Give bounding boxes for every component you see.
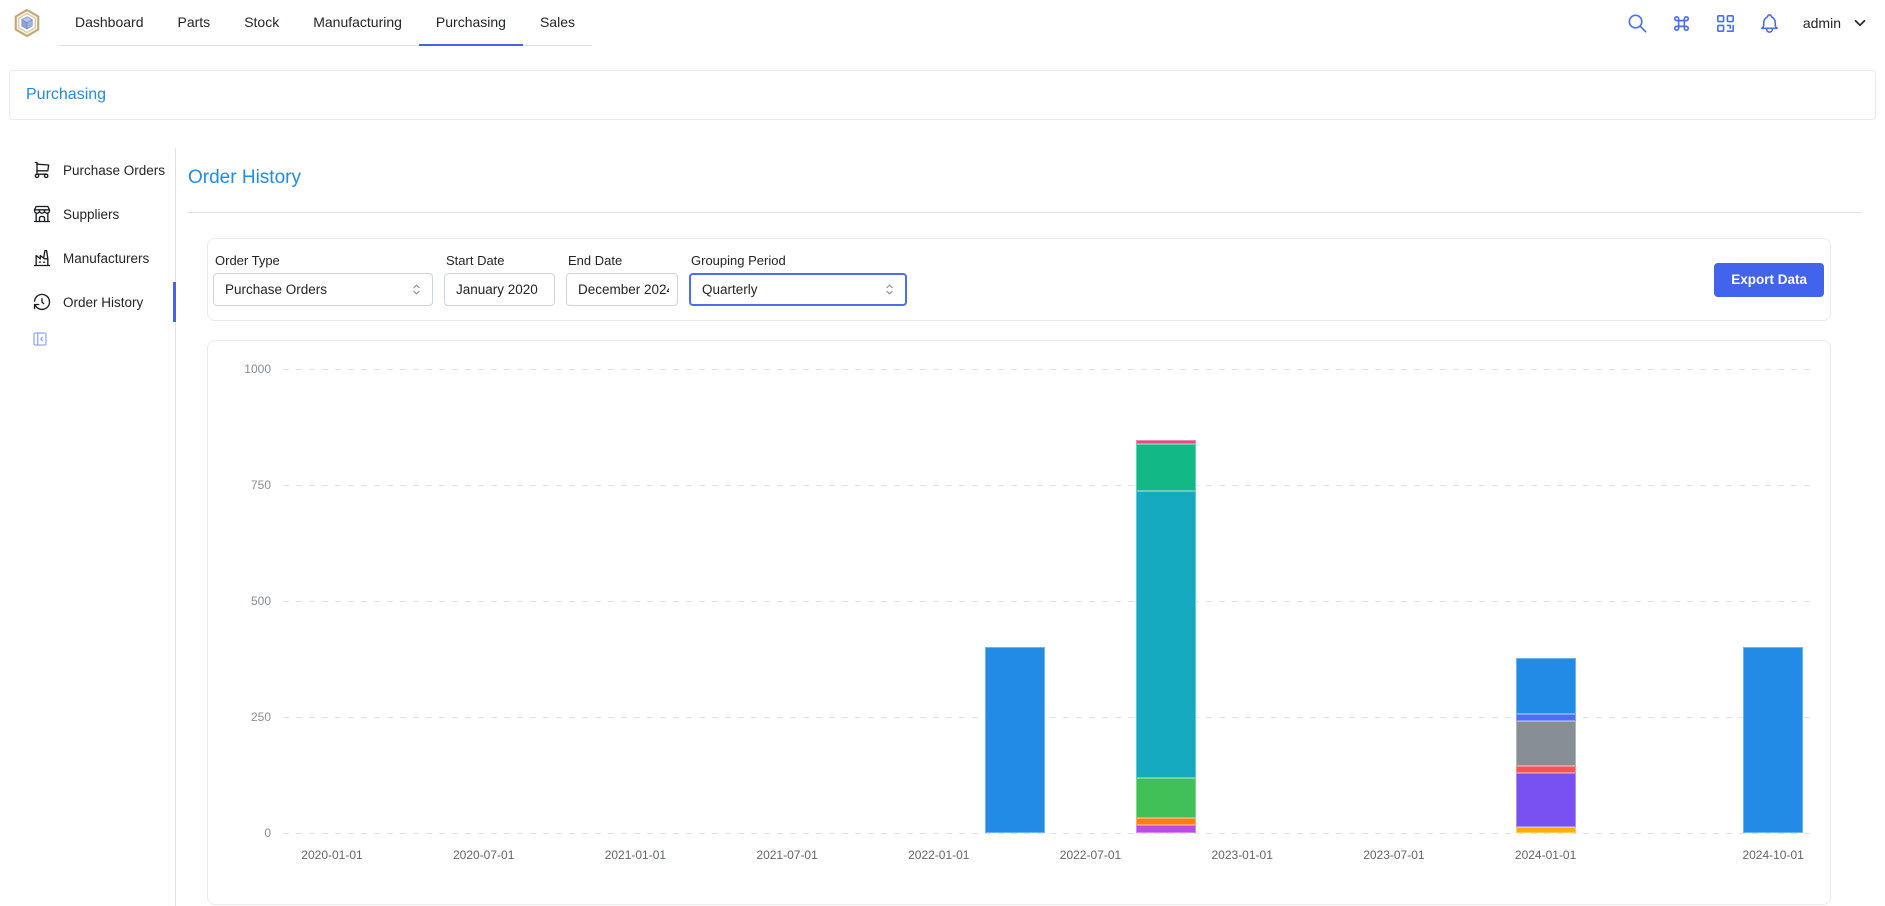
sidebar-item-suppliers[interactable]: Suppliers: [0, 192, 176, 236]
main-panel: Order History Order Type Purchase Orders…: [176, 120, 1885, 906]
bar-segment: [985, 647, 1045, 833]
building-store-icon: [32, 204, 52, 224]
x-axis-tick-label: 2022-01-01: [908, 848, 969, 862]
factory-icon: [32, 248, 52, 268]
main-tabs: DashboardPartsStockManufacturingPurchasi…: [58, 0, 592, 46]
bar-segment: [1136, 818, 1196, 825]
x-axis-tick-label: 2023-07-01: [1363, 848, 1424, 862]
stacked-bar-2022-04-01[interactable]: [985, 647, 1045, 833]
sidebar-item-order-history[interactable]: Order History: [0, 280, 176, 324]
y-axis-tick-label: 750: [208, 478, 271, 492]
stacked-bar-2024-01-01[interactable]: [1516, 658, 1576, 833]
tab-stock[interactable]: Stock: [227, 0, 296, 45]
bar-segment: [1516, 766, 1576, 773]
y-axis-tick-label: 1000: [208, 362, 271, 376]
sidebar-item-label: Order History: [63, 295, 143, 310]
x-axis-tick-label: 2024-10-01: [1742, 848, 1803, 862]
bar-segment: [1136, 778, 1196, 817]
search-icon[interactable]: [1621, 6, 1655, 40]
qr-scan-icon[interactable]: [1709, 6, 1743, 40]
gridline: [283, 717, 1816, 718]
x-axis-tick-label: 2023-01-01: [1211, 848, 1272, 862]
user-menu[interactable]: admin: [1803, 14, 1869, 32]
plot-area: 0 250 500 750 1000 2020-01-01 2020-07-01 2021-0…: [208, 341, 1830, 904]
bar-segment: [1516, 773, 1576, 828]
end-date-group: End Date December 2024: [566, 253, 678, 306]
grouping-period-select[interactable]: Quarterly: [689, 273, 907, 306]
sidebar-item-purchase-orders[interactable]: Purchase Orders: [0, 148, 176, 192]
filter-card: Order Type Purchase Orders Start Date Ja…: [207, 238, 1831, 321]
chart-card: 0 250 500 750 1000 2020-01-01 2020-07-01 2021-0…: [207, 340, 1831, 905]
page-title: Order History: [188, 167, 301, 189]
stacked-bar-2024-10-01[interactable]: [1743, 647, 1803, 833]
bar-segment: [1516, 658, 1576, 714]
command-icon[interactable]: [1665, 6, 1699, 40]
bar-segment: [1136, 491, 1196, 779]
tab-sales[interactable]: Sales: [523, 0, 592, 45]
sidebar-item-label: Purchase Orders: [63, 163, 165, 178]
sidebar-item-label: Manufacturers: [63, 251, 149, 266]
start-date-group: Start Date January 2020: [444, 253, 555, 306]
breadcrumb: Purchasing: [9, 70, 1876, 120]
x-axis-tick-label: 2022-07-01: [1060, 848, 1121, 862]
bar-segment: [1516, 714, 1576, 721]
app-logo[interactable]: [12, 8, 42, 38]
chevron-down-icon: [1851, 14, 1869, 32]
sidebar-collapse-icon[interactable]: [31, 330, 49, 348]
order-type-value: Purchase Orders: [225, 282, 409, 297]
gridline: [283, 833, 1816, 834]
selector-icon: [409, 282, 424, 297]
sidebar: Purchase Orders Suppliers Manufacturers Ord…: [0, 120, 176, 906]
export-data-button[interactable]: Export Data: [1714, 263, 1824, 297]
user-name: admin: [1803, 15, 1841, 31]
tab-purchasing[interactable]: Purchasing: [419, 0, 523, 45]
y-axis-tick-label: 250: [208, 710, 271, 724]
grouping-period-value: Quarterly: [702, 282, 882, 297]
x-axis-tick-label: 2020-07-01: [453, 848, 514, 862]
end-date-input[interactable]: December 2024: [566, 273, 678, 306]
y-axis-tick-label: 500: [208, 594, 271, 608]
shopping-cart-icon: [32, 160, 52, 180]
order-type-label: Order Type: [213, 253, 433, 268]
grouping-period-group: Grouping Period Quarterly: [689, 253, 907, 306]
bar-segment: [1136, 825, 1196, 833]
start-date-value: January 2020: [456, 282, 546, 297]
stacked-bar-2022-10-01[interactable]: [1136, 440, 1196, 833]
bar-segment: [1136, 444, 1196, 490]
y-axis-tick-label: 0: [208, 826, 271, 840]
gridline: [283, 369, 1816, 370]
tab-parts[interactable]: Parts: [161, 0, 228, 45]
bar-segment: [1516, 827, 1576, 833]
history-icon: [32, 292, 52, 312]
bar-segment: [1516, 721, 1576, 766]
notification-bell-icon[interactable]: [1753, 6, 1787, 40]
tab-manufacturing[interactable]: Manufacturing: [296, 0, 419, 45]
tab-dashboard[interactable]: Dashboard: [58, 0, 161, 45]
gridline: [283, 601, 1816, 602]
start-date-input[interactable]: January 2020: [444, 273, 555, 306]
x-axis-tick-label: 2021-07-01: [756, 848, 817, 862]
breadcrumb-link-purchasing[interactable]: Purchasing: [26, 86, 106, 104]
end-date-value: December 2024: [578, 282, 669, 297]
sidebar-nav: Purchase Orders Suppliers Manufacturers Ord…: [0, 148, 176, 324]
x-axis-tick-label: 2024-01-01: [1515, 848, 1576, 862]
gridline: [283, 485, 1816, 486]
divider: [188, 212, 1862, 213]
order-type-group: Order Type Purchase Orders: [213, 253, 433, 306]
bar-segment: [1743, 647, 1803, 833]
x-axis-tick-label: 2020-01-01: [301, 848, 362, 862]
sidebar-item-manufacturers[interactable]: Manufacturers: [0, 236, 176, 280]
top-navbar: DashboardPartsStockManufacturingPurchasi…: [0, 0, 1885, 46]
selector-icon: [882, 282, 897, 297]
start-date-label: Start Date: [444, 253, 555, 268]
x-axis-tick-label: 2021-01-01: [605, 848, 666, 862]
sidebar-item-label: Suppliers: [63, 207, 119, 222]
order-type-select[interactable]: Purchase Orders: [213, 273, 433, 306]
header-actions: admin: [1621, 6, 1869, 40]
end-date-label: End Date: [566, 253, 678, 268]
grouping-period-label: Grouping Period: [689, 253, 907, 268]
